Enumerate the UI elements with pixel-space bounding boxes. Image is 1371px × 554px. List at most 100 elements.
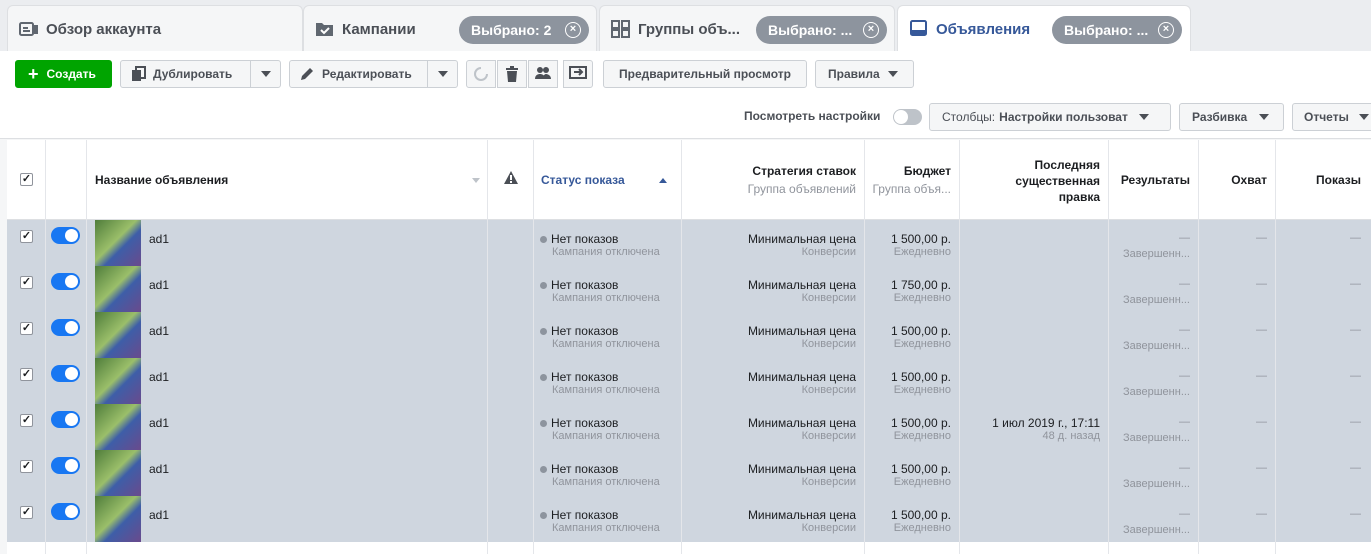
edit-button[interactable]: Редактировать: [289, 60, 458, 88]
breakdown-dropdown[interactable]: Разбивка: [1179, 103, 1284, 131]
columns-prefix: Столбцы:: [942, 110, 996, 124]
transfer-icon: [569, 66, 587, 79]
view-settings-toggle[interactable]: [893, 109, 922, 125]
pill-label: Выбрано: 2: [471, 22, 552, 38]
bid-strategy: Минимальная цена: [747, 508, 856, 522]
ad-icon: [908, 19, 930, 39]
tab-campaigns[interactable]: Кампании Выбрано: 2 ×: [303, 5, 597, 52]
reach-value: —: [1256, 416, 1267, 428]
preview-label: Предварительный просмотр: [619, 67, 791, 81]
table-row[interactable]: ✓ ad1 Нет показов Кампания отключена Минимал…: [7, 450, 1371, 496]
ad-thumbnail[interactable]: [95, 404, 141, 450]
ad-name[interactable]: ad1: [149, 324, 169, 338]
ad-name[interactable]: ad1: [149, 370, 169, 384]
ad-status-toggle[interactable]: [51, 227, 80, 244]
tab-ad-sets[interactable]: Группы объ... Выбрано: ... ×: [599, 5, 895, 52]
table-row[interactable]: ✓ ad1 Нет показов Кампания отключена Минимал…: [7, 496, 1371, 542]
close-icon[interactable]: ×: [1158, 22, 1174, 38]
row-checkbox[interactable]: ✓: [20, 230, 33, 243]
close-icon[interactable]: ×: [863, 22, 879, 38]
budget: 1 500,00 р.: [890, 416, 951, 430]
delivery-status-detail: Кампания отключена: [552, 384, 660, 396]
duplicate-button[interactable]: Дублировать: [120, 60, 281, 88]
status-dot-icon: [540, 282, 547, 290]
ad-thumbnail[interactable]: [95, 496, 141, 542]
delivery-status: Нет показов: [540, 232, 618, 246]
ad-status-toggle[interactable]: [51, 365, 80, 382]
ad-thumbnail[interactable]: [95, 266, 141, 312]
delivery-status-detail: Кампания отключена: [552, 522, 660, 534]
column-header-results[interactable]: Результаты: [1112, 173, 1190, 187]
table-row[interactable]: ✓ ad1 Нет показов Кампания отключена Минимал…: [7, 358, 1371, 404]
ad-thumbnail[interactable]: [95, 220, 141, 266]
ad-status-toggle[interactable]: [51, 503, 80, 520]
ad-status-toggle[interactable]: [51, 457, 80, 474]
ad-name[interactable]: ad1: [149, 278, 169, 292]
ad-name[interactable]: ad1: [149, 416, 169, 430]
preview-button[interactable]: Предварительный просмотр: [603, 60, 807, 88]
selected-pill[interactable]: Выбрано: 2 ×: [459, 16, 589, 44]
bid-strategy: Минимальная цена: [747, 462, 856, 476]
column-header-reach[interactable]: Охват: [1202, 173, 1267, 187]
select-all-checkbox[interactable]: ✓: [20, 173, 33, 186]
duplicate-label: Дублировать: [153, 67, 233, 81]
ad-status-toggle[interactable]: [51, 273, 80, 290]
row-checkbox[interactable]: ✓: [20, 276, 33, 289]
status-dot-icon: [540, 328, 547, 336]
budget-period: Ежедневно: [893, 430, 951, 442]
ad-thumbnail[interactable]: [95, 312, 141, 358]
tab-account-overview[interactable]: Обзор аккаунта: [7, 5, 303, 52]
row-checkbox[interactable]: ✓: [20, 506, 33, 519]
rules-button[interactable]: Правила: [815, 60, 914, 88]
undo-button[interactable]: [466, 60, 496, 88]
results-detail: Завершенн...: [1123, 248, 1190, 260]
row-checkbox[interactable]: ✓: [20, 322, 33, 335]
table-row[interactable]: ✓ ad1 Нет показов Кампания отключена Минимал…: [7, 266, 1371, 312]
close-icon[interactable]: ×: [565, 22, 581, 38]
columns-dropdown[interactable]: Столбцы: Настройки пользоват: [929, 103, 1171, 131]
selected-pill[interactable]: Выбрано: ... ×: [756, 16, 887, 44]
bid-strategy-detail: Конверсии: [801, 430, 856, 442]
column-header-impressions[interactable]: Показы: [1282, 173, 1361, 187]
table-row[interactable]: ✓ ad1 Нет показов Кампания отключена Минимал…: [7, 312, 1371, 358]
duplicate-icon: [132, 66, 146, 81]
ad-name[interactable]: ad1: [149, 232, 169, 246]
ad-name[interactable]: ad1: [149, 508, 169, 522]
row-checkbox[interactable]: ✓: [20, 368, 33, 381]
ad-name[interactable]: ad1: [149, 462, 169, 476]
results-value: —: [1179, 232, 1190, 244]
impressions-value: —: [1350, 324, 1361, 336]
results-value: —: [1179, 370, 1190, 382]
people-icon: [535, 67, 551, 79]
ad-thumbnail[interactable]: [95, 358, 141, 404]
impressions-value: —: [1350, 462, 1361, 474]
column-header-status[interactable]: Статус показа: [541, 173, 667, 187]
table-row[interactable]: ✓ ad1 Нет показов Кампания отключена Минимал…: [7, 404, 1371, 450]
tab-ads[interactable]: Объявления Выбрано: ... ×: [897, 5, 1191, 52]
column-divider: [959, 140, 960, 554]
ad-status-toggle[interactable]: [51, 319, 80, 336]
ab-test-button[interactable]: [528, 60, 558, 88]
tab-bar: Обзор аккаунта Кампании Выбрано: 2 × Гру…: [0, 0, 1371, 52]
create-button[interactable]: + Создать: [15, 60, 112, 88]
selected-pill[interactable]: Выбрано: ... ×: [1052, 16, 1182, 44]
row-checkbox[interactable]: ✓: [20, 460, 33, 473]
impressions-value: —: [1350, 232, 1361, 244]
column-header-last-edit[interactable]: Последняя существенная правка: [992, 157, 1100, 205]
ad-status-toggle[interactable]: [51, 411, 80, 428]
column-header-name[interactable]: Название объявления: [95, 173, 228, 187]
duplicate-dropdown[interactable]: [250, 61, 280, 87]
results-detail: Завершенн...: [1123, 478, 1190, 490]
results-value: —: [1179, 508, 1190, 520]
column-header-bid-strategy[interactable]: Стратегия ставок Группа объявлений: [687, 164, 856, 196]
edit-dropdown[interactable]: [427, 61, 457, 87]
toolbar: + Создать Дублировать Редактировать Пред…: [0, 51, 1371, 139]
ad-thumbnail[interactable]: [95, 450, 141, 496]
column-header-budget[interactable]: Бюджет Группа объя...: [867, 164, 951, 196]
move-button[interactable]: [563, 60, 593, 88]
row-checkbox[interactable]: ✓: [20, 414, 33, 427]
reports-dropdown[interactable]: Отчеты: [1292, 103, 1371, 131]
table-row[interactable]: ✓ ad1 Нет показов Кампания отключена Минимал…: [7, 220, 1371, 266]
delete-button[interactable]: [497, 60, 527, 88]
sort-icon[interactable]: [472, 178, 480, 183]
